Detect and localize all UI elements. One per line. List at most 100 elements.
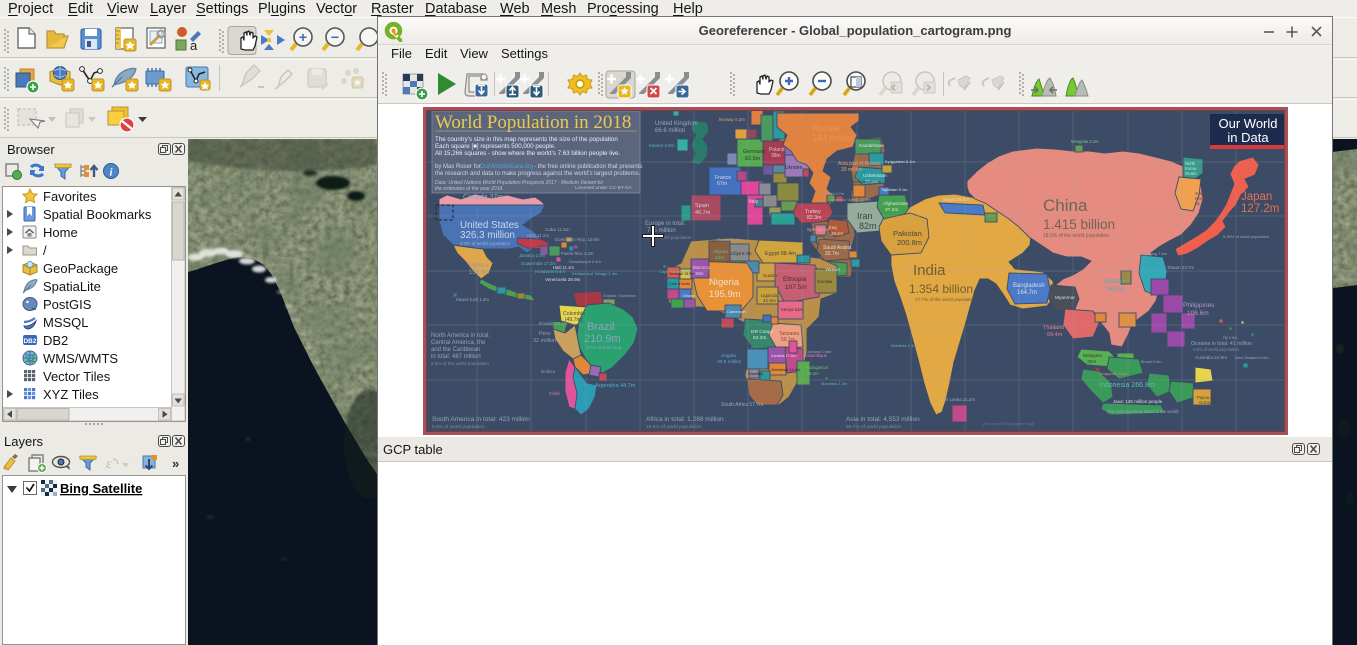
svg-text:Tunisia 11.6m: Tunisia 11.6m bbox=[717, 237, 742, 242]
svg-text:130.8m: 130.8m bbox=[469, 270, 489, 276]
svg-text:Favorites: Favorites bbox=[43, 189, 97, 204]
svg-text:Dominican Rep. 10.6m: Dominican Rep. 10.6m bbox=[555, 237, 600, 242]
svg-text:Kazakhstan: Kazakhstan bbox=[859, 143, 884, 149]
svg-text:Nepal 29.6m: Nepal 29.6m bbox=[943, 197, 969, 202]
svg-text:(We used OWID grapher data): (We used OWID grapher data) bbox=[983, 422, 1035, 426]
svg-text:Kenya 51m: Kenya 51m bbox=[781, 307, 804, 312]
svg-text:18.5% of the world population: 18.5% of the world population bbox=[1043, 233, 1109, 239]
svg-text:Taiwan 23.7m: Taiwan 23.7m bbox=[1167, 265, 1194, 270]
svg-text:OurWorldinData.org: OurWorldinData.org bbox=[480, 164, 533, 170]
svg-text:Côte d'Ivoire: Côte d'Ivoire bbox=[669, 282, 690, 286]
svg-text:Russia: Russia bbox=[812, 123, 840, 133]
svg-text:38.4m: 38.4m bbox=[831, 231, 844, 236]
svg-text:China: China bbox=[1043, 196, 1088, 215]
svg-text:Haiti 11.1m: Haiti 11.1m bbox=[527, 233, 549, 238]
svg-text:Guadeloupe 0.4m: Guadeloupe 0.4m bbox=[569, 259, 601, 264]
svg-text:Trinidad and Tobago 1.4m: Trinidad and Tobago 1.4m bbox=[571, 271, 618, 276]
svg-text:All 15,266 squares - show wher: All 15,266 squares - show where the worl… bbox=[435, 150, 620, 157]
svg-text:Sri Lanka 21.2m: Sri Lanka 21.2m bbox=[943, 397, 975, 402]
svg-text:Asia in total: 4,553 million: Asia in total: 4,553 million bbox=[846, 416, 920, 423]
svg-text:MSSQL: MSSQL bbox=[43, 315, 89, 330]
svg-text:Zambia 17.6m: Zambia 17.6m bbox=[771, 353, 797, 358]
svg-text:−: − bbox=[331, 29, 339, 45]
svg-text:Kyrgyzstan 6.1m: Kyrgyzstan 6.1m bbox=[885, 159, 915, 164]
svg-text:42.9m: 42.9m bbox=[763, 298, 776, 303]
svg-text:2.7% of world pop.: 2.7% of world pop. bbox=[586, 345, 622, 350]
svg-text:Mauritius 1.3m: Mauritius 1.3m bbox=[821, 381, 848, 386]
svg-text:- the free online publication: - the free online publication that prese… bbox=[534, 164, 642, 170]
svg-text:Thailand: Thailand bbox=[1043, 325, 1064, 331]
svg-text:164.7m: 164.7m bbox=[1017, 290, 1037, 296]
svg-text:82.9m: 82.9m bbox=[745, 156, 761, 162]
svg-text:Nigeria: Nigeria bbox=[709, 277, 740, 288]
svg-text:GeoPackage: GeoPackage bbox=[43, 261, 118, 276]
svg-text:Venezuela 28.9m: Venezuela 28.9m bbox=[545, 277, 581, 282]
svg-text:1.354 billion: 1.354 billion bbox=[909, 282, 973, 296]
svg-text:Guyana / Suriname: Guyana / Suriname bbox=[603, 294, 636, 298]
svg-text:25.6m: 25.6m bbox=[1185, 171, 1197, 176]
svg-text:Bolivia: Bolivia bbox=[541, 369, 555, 375]
svg-text:[49.7m]: [49.7m] bbox=[565, 317, 583, 323]
svg-text:Madagascar: Madagascar bbox=[805, 365, 829, 370]
svg-text:16.9% of world population: 16.9% of world population bbox=[646, 424, 702, 430]
svg-text:Our World: Our World bbox=[1219, 116, 1278, 131]
svg-text:37.2m: 37.2m bbox=[885, 207, 898, 213]
svg-text:Comoros 0.8m: Comoros 0.8m bbox=[805, 349, 832, 354]
svg-text:39 million: 39 million bbox=[841, 167, 862, 173]
svg-text:Yemen: Yemen bbox=[825, 267, 840, 273]
svg-text:Cuba 11.5m: Cuba 11.5m bbox=[545, 227, 570, 232]
svg-text:0.5% of world population: 0.5% of world population bbox=[1193, 347, 1240, 352]
svg-text:59.1m: 59.1m bbox=[781, 337, 795, 343]
svg-text:Puerto Rico 3.2m: Puerto Rico 3.2m bbox=[561, 251, 594, 256]
svg-text:Africa in total: 1,288 million: Africa in total: 1,288 million bbox=[646, 416, 724, 423]
svg-text:326.3 million: 326.3 million bbox=[460, 230, 515, 241]
svg-text:5.5% of world population: 5.5% of world population bbox=[432, 424, 485, 430]
svg-text:a: a bbox=[190, 38, 198, 53]
svg-text:17.7% of the world population: 17.7% of the world population bbox=[915, 297, 976, 302]
svg-text:+: + bbox=[299, 29, 307, 45]
svg-text:Tajikistan 9.1m: Tajikistan 9.1m bbox=[881, 187, 908, 192]
svg-text:India: India bbox=[913, 262, 946, 279]
svg-text:Each square [■] represents 500: Each square [■] represents 500,000 peopl… bbox=[435, 143, 556, 150]
svg-text:32 million: 32 million bbox=[533, 338, 556, 344]
svg-text:38m: 38m bbox=[771, 153, 781, 159]
svg-text:Libya 6.7m: Libya 6.7m bbox=[731, 251, 752, 256]
svg-text:Licensed under CC-BY-SA: Licensed under CC-BY-SA bbox=[575, 185, 632, 191]
svg-text:Guatemala 17.2m: Guatemala 17.2m bbox=[521, 261, 556, 266]
svg-text:Spain: Spain bbox=[695, 203, 709, 209]
svg-text:195.9m: 195.9m bbox=[709, 289, 741, 300]
svg-text:200.8m: 200.8m bbox=[897, 238, 922, 247]
svg-text:Malaysia: Malaysia bbox=[1083, 353, 1102, 359]
svg-text:New Zealand 4.9m: New Zealand 4.9m bbox=[1235, 355, 1269, 360]
svg-text:Cameroon: Cameroon bbox=[727, 309, 746, 314]
svg-text:Pakistan: Pakistan bbox=[893, 229, 922, 238]
svg-text:The country's size in this map: The country's size in this map represent… bbox=[435, 136, 618, 143]
svg-text:Zimbabwe 14.4m: Zimbabwe 14.4m bbox=[771, 368, 800, 372]
svg-text:127.2m: 127.2m bbox=[1241, 203, 1279, 215]
svg-text:Somalia: Somalia bbox=[817, 279, 833, 284]
svg-text:Spatial Bookmarks: Spatial Bookmarks bbox=[43, 207, 152, 222]
svg-text:106.6m: 106.6m bbox=[1187, 310, 1209, 317]
svg-text:Afghanistan: Afghanistan bbox=[883, 201, 909, 207]
svg-text:Haiti 11.1m: Haiti 11.1m bbox=[553, 265, 574, 270]
svg-text:Myanmar: Myanmar bbox=[1055, 295, 1075, 301]
svg-text:51.6m: 51.6m bbox=[1195, 201, 1208, 206]
svg-text:Senegal 15.9m: Senegal 15.9m bbox=[669, 272, 695, 276]
svg-text:by Max Roser for: by Max Roser for bbox=[435, 164, 481, 170]
svg-text:82.3m: 82.3m bbox=[807, 215, 821, 221]
svg-text:Guinea 8.6m: Guinea 8.6m bbox=[1199, 400, 1223, 405]
svg-text:the estimates of the year 2018: the estimates of the year 2018. bbox=[435, 186, 504, 192]
svg-text:Indonesia 266.8m: Indonesia 266.8m bbox=[1099, 382, 1155, 389]
svg-text:69.4m: 69.4m bbox=[1047, 332, 1063, 338]
svg-text:32m: 32m bbox=[1087, 359, 1096, 365]
svg-text:Brazil: Brazil bbox=[587, 321, 615, 333]
svg-text:66.6 million: 66.6 million bbox=[655, 128, 685, 134]
svg-text:the research and data to make: the research and data to make progress a… bbox=[435, 171, 641, 177]
svg-text:Morocco: Morocco bbox=[693, 265, 710, 270]
svg-text:Angola: Angola bbox=[721, 353, 736, 359]
svg-text:82m: 82m bbox=[859, 221, 877, 231]
svg-text:42m: 42m bbox=[715, 255, 724, 261]
svg-text:in total: 487 million: in total: 487 million bbox=[431, 354, 481, 360]
svg-text:Singapore 5.8m: Singapore 5.8m bbox=[1099, 371, 1128, 376]
svg-text:26.3m: 26.3m bbox=[807, 371, 819, 376]
